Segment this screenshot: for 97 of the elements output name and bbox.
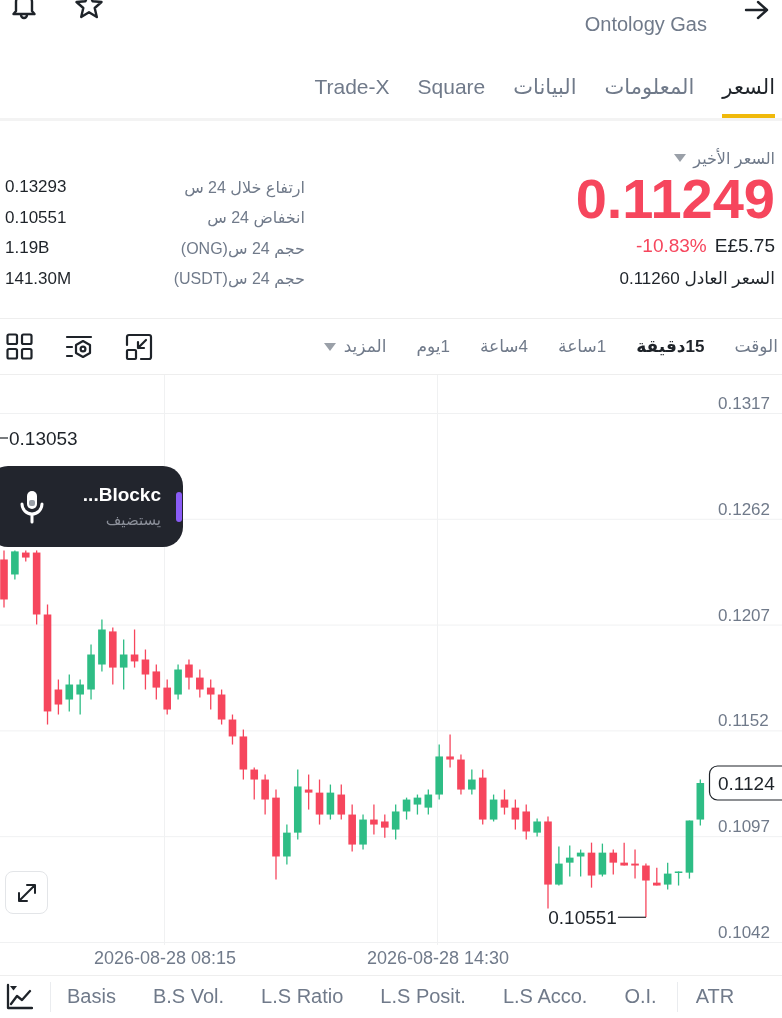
candlestick — [489, 793, 498, 823]
price-axis-label: 0.1262 — [718, 499, 770, 519]
tab[interactable]: السعر — [722, 74, 775, 118]
candlestick — [163, 678, 171, 716]
star-icon[interactable] — [73, 0, 105, 20]
stat-label: حجم 24 س(USDT) — [172, 269, 305, 289]
candlestick — [424, 788, 433, 816]
candlestick — [609, 848, 618, 876]
live-audio-title: ...Blockc — [82, 484, 161, 506]
candlestick — [119, 638, 128, 691]
high-price-label: 0.13053 — [9, 427, 78, 449]
price-change: -10.83% — [636, 235, 707, 257]
data-tab[interactable]: L.S Ratio — [261, 985, 344, 1008]
interval-tab[interactable]: الوقت — [734, 336, 778, 357]
candlestick — [76, 678, 84, 716]
indicator-tab[interactable]: ATR — [695, 985, 735, 1008]
candlestick — [413, 793, 422, 816]
candlestick — [642, 862, 650, 918]
line-chart-icon[interactable] — [5, 982, 33, 1011]
current-price-tag: 0.1124 — [708, 765, 782, 801]
time-axis-label: 2026-08-28 14:30 — [366, 948, 510, 968]
candlestick — [620, 841, 628, 867]
candlestick — [446, 733, 454, 769]
tab[interactable]: البيانات — [513, 74, 577, 118]
candlestick — [65, 673, 74, 713]
microphone-icon — [18, 489, 46, 524]
data-tab[interactable]: Basis — [67, 985, 116, 1008]
indicator-settings-icon[interactable] — [65, 333, 93, 360]
time-axis-label: 2026-08-28 08:15 — [93, 948, 237, 968]
interval-tab[interactable]: 1يوم — [416, 336, 450, 357]
candlestick — [598, 842, 607, 878]
candlestick — [555, 845, 563, 887]
candlestick — [587, 841, 596, 889]
price-axis-label: 0.1207 — [718, 605, 770, 625]
candlestick — [185, 658, 193, 691]
candlestick — [250, 766, 259, 801]
interval-tab[interactable]: 15دقيقة — [636, 336, 705, 357]
candlestick — [500, 788, 509, 816]
fair-price: السعر العادل 0.11260 — [619, 268, 775, 290]
data-tab[interactable]: O.I. — [624, 985, 657, 1008]
caret-icon — [674, 154, 687, 162]
grid-icon[interactable] — [6, 333, 33, 360]
price-axis-label: 0.1152 — [718, 711, 769, 731]
candlestick — [511, 798, 520, 831]
candlestick — [326, 783, 335, 821]
candlestick — [152, 663, 161, 701]
candlestick — [196, 668, 204, 699]
caret-icon — [323, 342, 336, 351]
candlestick — [381, 813, 389, 839]
candlestick — [468, 768, 476, 796]
candlestick — [11, 549, 19, 581]
stat-value: 0.13293 — [5, 177, 68, 198]
arrow-right-icon[interactable] — [744, 0, 770, 20]
candlestick — [141, 648, 150, 691]
low-price-label: 0.10551 — [548, 906, 617, 928]
candlestick — [261, 773, 269, 816]
candlestick — [206, 678, 215, 711]
fullscreen-button[interactable] — [5, 871, 48, 914]
candlestick — [391, 803, 400, 841]
fiat-price: E£5.75 — [714, 235, 775, 257]
candlestick — [315, 778, 324, 826]
tab[interactable]: Trade-X — [314, 74, 390, 118]
pair-subtitle: Ontology Gas — [584, 12, 707, 36]
leader-line — [617, 916, 647, 918]
candlestick — [283, 823, 291, 866]
more-dropdown[interactable]: المزيد — [323, 336, 387, 357]
candlestick — [370, 803, 378, 836]
data-tab[interactable]: L.S Acco. — [502, 985, 588, 1008]
leader-line — [0, 437, 9, 439]
candlestick — [565, 844, 574, 878]
stat-label: انخفاض 24 س — [206, 208, 305, 228]
candlestick — [304, 773, 313, 811]
data-tab[interactable]: B.S Vol. — [152, 985, 225, 1008]
price-axis-label: 0.1042 — [718, 923, 770, 942]
candlestick — [54, 678, 63, 716]
tab[interactable]: Square — [417, 74, 486, 118]
stat-value: 0.10551 — [5, 207, 68, 228]
last-price: 0.11249 — [575, 171, 775, 227]
indicator-bar — [176, 491, 182, 522]
stat-label: حجم 24 س(ONG) — [179, 238, 305, 258]
tab[interactable]: المعلومات — [604, 74, 695, 118]
stat-value: 1.19B — [5, 238, 51, 259]
live-audio-host-label: يستضيف — [105, 511, 161, 529]
collapse-icon[interactable] — [125, 332, 153, 361]
interval-tab[interactable]: 4ساعة — [479, 336, 529, 357]
interval-tab[interactable]: 1ساعة — [558, 336, 607, 357]
candlestick — [631, 848, 639, 880]
price-axis-label: 0.1097 — [718, 817, 770, 837]
candlestick — [663, 861, 672, 891]
last-price-dropdown[interactable]: السعر الأخير — [674, 147, 775, 169]
candlestick — [337, 783, 346, 821]
price-axis-label: 0.1317 — [718, 393, 770, 413]
expand-icon — [15, 881, 38, 904]
candlestick — [522, 803, 531, 841]
data-tab[interactable]: L.S Posit. — [380, 985, 466, 1008]
stat-value: 141.30M — [5, 268, 73, 289]
stat-label: ارتفاع خلال 24 س — [183, 177, 305, 197]
